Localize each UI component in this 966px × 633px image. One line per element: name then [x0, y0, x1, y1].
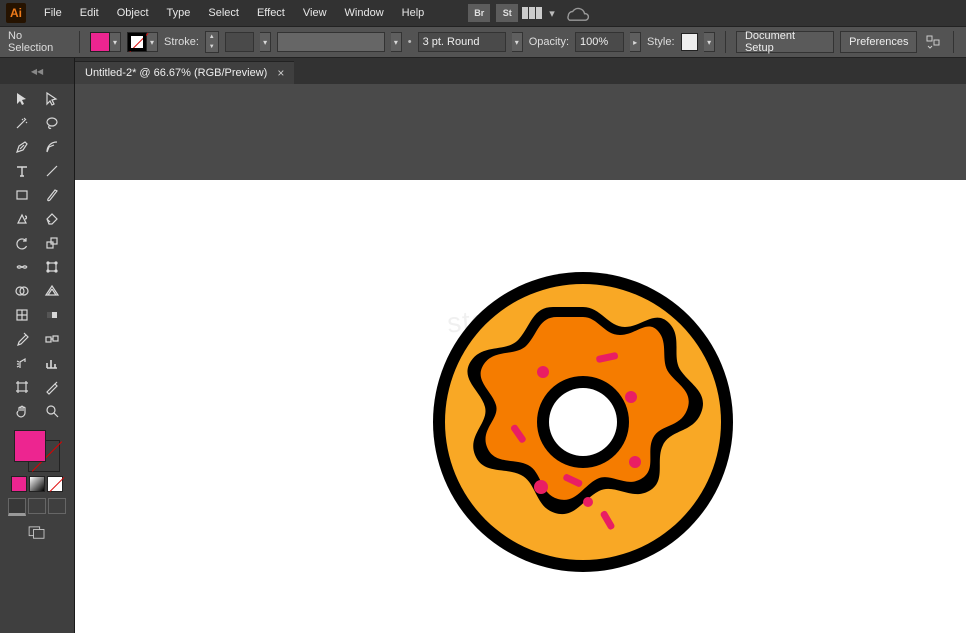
paintbrush-tool[interactable]	[38, 184, 66, 206]
profile-bullet-icon: •	[408, 36, 412, 48]
toolbox-collapse-grip[interactable]: ◀◀	[0, 58, 75, 84]
stroke-weight-input[interactable]	[225, 32, 255, 52]
shaper-tool[interactable]	[8, 208, 36, 230]
fill-swatch	[90, 32, 110, 52]
style-dropdown[interactable]: ▾	[704, 32, 715, 52]
main-area: stem.com	[0, 84, 966, 633]
stock-icon[interactable]: St	[496, 4, 518, 22]
curvature-tool[interactable]	[38, 136, 66, 158]
draw-inside[interactable]	[48, 498, 66, 514]
arrange-documents-icon[interactable]	[522, 6, 544, 20]
donut-artwork[interactable]	[423, 262, 743, 582]
fill-swatch-dropdown[interactable]: ▾	[90, 32, 121, 52]
brush-definition[interactable]	[277, 32, 385, 52]
stroke-label: Stroke:	[164, 36, 199, 48]
chevron-down-icon: ▾	[147, 32, 158, 52]
blend-tool[interactable]	[38, 328, 66, 350]
align-panel-icon[interactable]	[923, 32, 943, 52]
rectangle-tool[interactable]	[8, 184, 36, 206]
eraser-tool[interactable]	[38, 208, 66, 230]
stroke-weight-dropdown[interactable]: ▾	[260, 32, 271, 52]
screen-mode-button[interactable]	[23, 522, 51, 544]
menu-edit[interactable]: Edit	[72, 3, 107, 23]
gradient-tool[interactable]	[38, 304, 66, 326]
document-tab-label: Untitled-2* @ 66.67% (RGB/Preview)	[85, 67, 267, 79]
pen-tool[interactable]	[8, 136, 36, 158]
brush-dropdown[interactable]: ▾	[391, 32, 402, 52]
free-transform-tool[interactable]	[38, 256, 66, 278]
rotate-tool[interactable]	[8, 232, 36, 254]
style-label: Style:	[647, 36, 675, 48]
zoom-tool[interactable]	[38, 400, 66, 422]
stroke-swatch	[127, 32, 147, 52]
lasso-tool[interactable]	[38, 112, 66, 134]
opacity-dropdown[interactable]: ▸	[630, 32, 641, 52]
menu-effect[interactable]: Effect	[249, 3, 293, 23]
color-mode-solid[interactable]	[11, 476, 27, 492]
draw-mode-row	[8, 498, 66, 516]
menu-file[interactable]: File	[36, 3, 70, 23]
draw-behind[interactable]	[28, 498, 46, 514]
scale-tool[interactable]	[38, 232, 66, 254]
toolbox	[0, 84, 75, 633]
variable-width-profile[interactable]: 3 pt. Round	[418, 32, 506, 52]
sync-icon[interactable]	[564, 5, 590, 21]
perspective-grid-tool[interactable]	[38, 280, 66, 302]
direct-selection-tool[interactable]	[38, 88, 66, 110]
artboard[interactable]: stem.com	[75, 180, 966, 633]
mesh-tool[interactable]	[8, 304, 36, 326]
line-segment-tool[interactable]	[38, 160, 66, 182]
color-mode-gradient[interactable]	[29, 476, 45, 492]
canvas-viewport[interactable]: stem.com	[75, 84, 966, 633]
close-tab-icon[interactable]: ×	[277, 66, 284, 80]
arrange-dropdown-icon[interactable]: ▾	[549, 7, 555, 20]
menu-select[interactable]: Select	[200, 3, 247, 23]
app-window: Ai File Edit Object Type Select Effect V…	[0, 0, 966, 633]
style-swatch[interactable]	[681, 33, 699, 51]
menubar: Ai File Edit Object Type Select Effect V…	[0, 0, 966, 26]
menu-window[interactable]: Window	[337, 3, 392, 23]
eyedropper-tool[interactable]	[8, 328, 36, 350]
bridge-icon[interactable]: Br	[468, 4, 490, 22]
artboard-tool[interactable]	[8, 376, 36, 398]
color-mode-row	[11, 476, 63, 492]
stroke-swatch-dropdown[interactable]: ▾	[127, 32, 158, 52]
preferences-button[interactable]: Preferences	[840, 31, 917, 53]
menu-type[interactable]: Type	[159, 3, 199, 23]
chevron-down-icon: ▾	[110, 32, 121, 52]
menu-help[interactable]: Help	[394, 3, 433, 23]
hand-tool[interactable]	[8, 400, 36, 422]
opacity-input[interactable]: 100%	[575, 32, 624, 52]
color-mode-none[interactable]	[47, 476, 63, 492]
profile-dropdown[interactable]: ▾	[512, 32, 523, 52]
symbol-sprayer-tool[interactable]	[8, 352, 36, 374]
control-bar: No Selection ▾ ▾ Stroke: ▲▼ ▾ ▾ • 3 pt. …	[0, 26, 966, 58]
selection-status: No Selection	[8, 30, 69, 54]
menu-object[interactable]: Object	[109, 3, 157, 23]
type-tool[interactable]	[8, 160, 36, 182]
document-tab[interactable]: Untitled-2* @ 66.67% (RGB/Preview) ×	[75, 61, 294, 84]
document-tab-row: ◀◀ Untitled-2* @ 66.67% (RGB/Preview) ×	[0, 58, 966, 84]
width-tool[interactable]	[8, 256, 36, 278]
app-logo[interactable]: Ai	[6, 3, 26, 23]
selection-tool[interactable]	[8, 88, 36, 110]
column-graph-tool[interactable]	[38, 352, 66, 374]
document-setup-button[interactable]: Document Setup	[736, 31, 834, 53]
shape-builder-tool[interactable]	[8, 280, 36, 302]
fill-color-swatch[interactable]	[14, 430, 46, 462]
opacity-label: Opacity:	[529, 36, 569, 48]
draw-normal[interactable]	[8, 498, 26, 516]
fill-stroke-control[interactable]	[14, 430, 60, 472]
menu-view[interactable]: View	[295, 3, 335, 23]
magic-wand-tool[interactable]	[8, 112, 36, 134]
stroke-weight-stepper[interactable]: ▲▼	[205, 31, 219, 53]
slice-tool[interactable]	[38, 376, 66, 398]
